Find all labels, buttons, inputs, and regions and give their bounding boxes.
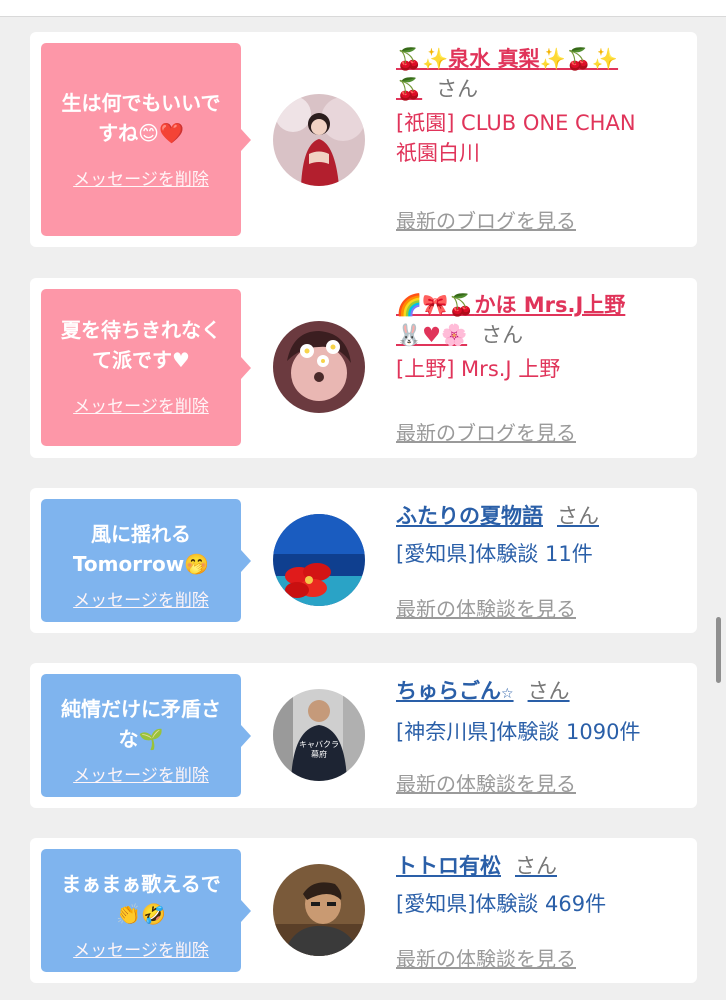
name-prefix: 🍒✨ xyxy=(396,47,449,71)
user-name-link[interactable]: ちゅらごん☆ さん xyxy=(396,676,686,709)
shop-name[interactable]: [上野] Mrs.J 上野 xyxy=(396,354,686,384)
woman-in-red-dress-photo-icon xyxy=(273,94,365,186)
name-line-2: 🍒 さん xyxy=(396,74,686,104)
message-card: 純情だけに矛盾さ な🌱 メッセージを削除 キャバクラ幕府 ちゅらごん☆ さん [神… xyxy=(30,663,697,808)
message-text: まぁまぁ歌えるで 👏🤣 xyxy=(61,872,221,926)
delete-message-link[interactable]: メッセージを削除 xyxy=(41,586,241,611)
message-card: まぁまぁ歌えるで 👏🤣 メッセージを削除 トトロ有松 さん [愛知県]体験談 46… xyxy=(30,838,697,983)
message-bubble: まぁまぁ歌えるで 👏🤣 メッセージを削除 xyxy=(41,849,251,972)
man-in-jacket-photo-icon: キャバクラ幕府 xyxy=(273,689,365,781)
user-name-link[interactable]: ふたりの夏物語 さん xyxy=(396,501,686,531)
name-suffix: ✨🍒✨ xyxy=(539,47,619,71)
honorific: さん xyxy=(481,323,524,347)
hibiscus-ocean-photo-icon xyxy=(273,514,365,606)
message-list: 生は何でもいいで すね😊❤️ メッセージを削除 🍒✨泉水 真梨✨🍒✨ 🍒 さん [… xyxy=(0,0,726,1000)
user-name: ふたりの夏物語 xyxy=(396,504,543,528)
delete-message-link[interactable]: メッセージを削除 xyxy=(41,761,241,786)
delete-message-link[interactable]: メッセージを削除 xyxy=(41,392,241,417)
avatar[interactable] xyxy=(273,864,365,956)
message-card: 風に揺れる Tomorrow🤭 メッセージを削除 ふたりの夏物語 さん [愛知県… xyxy=(30,488,697,633)
name-line-2: 🐰♥🌸 さん xyxy=(396,320,686,350)
experience-count[interactable]: [愛知県]体験談 11件 xyxy=(396,539,686,569)
latest-experience-link[interactable]: 最新の体験談を見る xyxy=(396,593,576,622)
name-prefix: 🌈🎀🍒 xyxy=(396,293,475,317)
message-text: 夏を待ちきれなく て派です♥ xyxy=(61,318,221,372)
message-bubble: 風に揺れる Tomorrow🤭 メッセージを削除 xyxy=(41,499,251,622)
message-bubble: 生は何でもいいで すね😊❤️ メッセージを削除 xyxy=(41,43,251,236)
user-name-link[interactable]: 🌈🎀🍒かほ Mrs.J上野 xyxy=(396,290,686,320)
name-line2-emoji: 🐰♥🌸 xyxy=(396,323,468,347)
latest-blog-link[interactable]: 最新のブログを見る xyxy=(396,417,576,446)
scrollbar[interactable] xyxy=(716,617,721,683)
honorific: さん xyxy=(527,679,570,703)
shop-area[interactable]: 祇園白川 xyxy=(396,138,686,168)
user-name-link[interactable]: トトロ有松 さん xyxy=(396,851,686,881)
honorific: さん xyxy=(557,504,599,528)
message-bubble: 純情だけに矛盾さ な🌱 メッセージを削除 xyxy=(41,674,251,797)
experience-count[interactable]: [愛知県]体験談 469件 xyxy=(396,889,686,919)
experience-count[interactable]: [神奈川県]体験談 1090件 xyxy=(396,717,686,747)
delete-message-link[interactable]: メッセージを削除 xyxy=(41,165,241,190)
user-info: ふたりの夏物語 さん [愛知県]体験談 11件 xyxy=(396,501,686,569)
avatar[interactable] xyxy=(273,94,365,186)
message-text: 純情だけに矛盾さ な🌱 xyxy=(61,697,221,751)
latest-blog-link[interactable]: 最新のブログを見る xyxy=(396,205,576,234)
shop-name[interactable]: [祇園] CLUB ONE CHAN xyxy=(396,108,686,138)
user-info: 🌈🎀🍒かほ Mrs.J上野 🐰♥🌸 さん [上野] Mrs.J 上野 xyxy=(396,290,686,384)
girl-with-flower-filter-photo-icon xyxy=(273,321,365,413)
user-name: 泉水 真梨 xyxy=(448,47,540,71)
message-text: 風に揺れる Tomorrow🤭 xyxy=(72,522,210,576)
latest-experience-link[interactable]: 最新の体験談を見る xyxy=(396,943,576,972)
delete-message-link[interactable]: メッセージを削除 xyxy=(41,936,241,961)
user-name: かほ Mrs.J上野 xyxy=(474,293,626,317)
latest-experience-link[interactable]: 最新の体験談を見る xyxy=(396,768,576,797)
user-name: ちゅらごん xyxy=(396,679,501,703)
message-bubble: 夏を待ちきれなく て派です♥ メッセージを削除 xyxy=(41,289,251,446)
name-suffix: ☆ xyxy=(501,686,514,702)
message-text: 生は何でもいいで すね😊❤️ xyxy=(61,91,221,145)
honorific: さん xyxy=(515,854,557,878)
avatar[interactable]: キャバクラ幕府 xyxy=(273,689,365,781)
user-name-link[interactable]: 🍒✨泉水 真梨✨🍒✨ xyxy=(396,44,686,74)
user-info: トトロ有松 さん [愛知県]体験談 469件 xyxy=(396,851,686,919)
user-info: ちゅらごん☆ さん [神奈川県]体験談 1090件 xyxy=(396,676,686,747)
man-lying-down-photo-icon xyxy=(273,864,365,956)
message-card: 生は何でもいいで すね😊❤️ メッセージを削除 🍒✨泉水 真梨✨🍒✨ 🍒 さん [… xyxy=(30,32,697,247)
message-card: 夏を待ちきれなく て派です♥ メッセージを削除 🌈🎀🍒かほ Mrs.J上野 🐰♥… xyxy=(30,278,697,458)
user-name: トトロ有松 xyxy=(396,854,501,878)
avatar[interactable] xyxy=(273,514,365,606)
user-info: 🍒✨泉水 真梨✨🍒✨ 🍒 さん [祇園] CLUB ONE CHAN 祇園白川 xyxy=(396,44,686,168)
honorific: さん xyxy=(436,77,479,101)
name-line2-emoji: 🍒 xyxy=(396,77,423,101)
avatar[interactable] xyxy=(273,321,365,413)
